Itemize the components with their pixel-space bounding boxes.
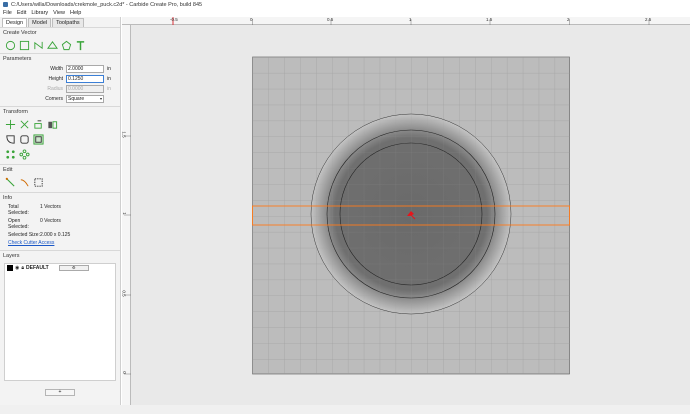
add-layer-button[interactable]: + xyxy=(45,389,75,396)
tab-toolpaths[interactable]: Toolpaths xyxy=(52,18,84,27)
rotate-icon[interactable] xyxy=(33,119,44,130)
curve-tool-icon[interactable] xyxy=(33,40,44,51)
fillet-icon[interactable] xyxy=(5,134,16,145)
layer-name: DEFAULT xyxy=(26,265,49,271)
tab-model[interactable]: Model xyxy=(28,18,52,27)
vertical-ruler-ticks xyxy=(124,135,131,375)
hruler-label-05: 0.5 xyxy=(327,17,334,22)
menu-edit[interactable]: Edit xyxy=(17,10,26,16)
height-row: Height 0.1250 in xyxy=(0,74,120,84)
create-vector-title: Create Vector xyxy=(0,27,120,38)
selected-size-value: 2.000 x 0.125 xyxy=(40,232,71,238)
app-icon xyxy=(3,2,8,7)
combine-icon[interactable] xyxy=(33,134,44,145)
total-selected-label: Total Selected: xyxy=(8,204,29,216)
corners-label: Corners xyxy=(45,96,63,102)
menu-view[interactable]: View xyxy=(53,10,65,16)
scale-icon[interactable] xyxy=(19,119,30,130)
total-selected-row: Total Selected: 1 Vectors xyxy=(0,203,120,217)
radius-field: 0.0000 xyxy=(66,85,104,93)
vruler-label-1: 1 xyxy=(121,212,127,215)
gear-icon: ⚙ xyxy=(71,265,76,270)
circle-tool-icon[interactable] xyxy=(5,40,16,51)
hruler-label-0: 0 xyxy=(250,17,253,22)
layer-row[interactable]: ◉ 🔒︎ DEFAULT ⚙ xyxy=(5,264,115,272)
edit-title: Edit xyxy=(0,164,120,175)
hruler-label-2: 2 xyxy=(567,17,570,22)
mirror-icon[interactable] xyxy=(47,119,58,130)
visibility-eye-icon[interactable]: ◉ xyxy=(15,265,19,271)
move-icon[interactable] xyxy=(5,119,16,130)
corners-value: Square xyxy=(68,96,85,102)
canvas-drawing[interactable] xyxy=(122,17,690,405)
height-unit: in xyxy=(107,76,111,82)
vruler-label-15: 1.5 xyxy=(121,131,127,138)
tab-design[interactable]: Design xyxy=(2,18,28,27)
corners-select[interactable]: Square ▾ xyxy=(66,95,104,103)
hruler-label-1: 1 xyxy=(409,17,412,22)
vruler-label-0: 0 xyxy=(121,371,127,374)
transform-title: Transform xyxy=(0,106,120,117)
edit-tools xyxy=(0,175,120,190)
layer-color-swatch[interactable] xyxy=(7,265,13,271)
boundary-icon[interactable] xyxy=(33,177,44,188)
layers-list: ◉ 🔒︎ DEFAULT ⚙ xyxy=(4,263,116,381)
check-cutter-access-link[interactable]: Check Cutter Access xyxy=(0,239,120,247)
layer-settings-button[interactable]: ⚙ xyxy=(58,265,89,271)
transform-tools-row-1 xyxy=(0,117,120,132)
vruler-label-05: 0.5 xyxy=(121,290,127,297)
chevron-down-icon: ▾ xyxy=(99,96,102,101)
width-unit: in xyxy=(107,66,111,72)
design-canvas[interactable]: -0.5 0 0.5 1 1.5 2 2.5 1.5 1 0.5 0 xyxy=(122,17,690,405)
selected-size-row: Selected Size: 2.000 x 0.125 xyxy=(0,231,120,239)
selected-size-label: Selected Size: xyxy=(8,232,40,238)
open-selected-label: Open Selected: xyxy=(8,218,29,230)
radius-row: Radius 0.0000 in xyxy=(0,84,120,94)
trim-icon[interactable] xyxy=(19,177,30,188)
open-selected-row: Open Selected: 0 Vectors xyxy=(0,217,120,231)
menu-file[interactable]: File xyxy=(3,10,12,16)
transform-tools-row-3 xyxy=(0,147,120,162)
corners-row: Corners Square ▾ xyxy=(0,94,120,104)
radius-unit: in xyxy=(107,86,111,92)
hruler-label-25: 2.5 xyxy=(645,17,652,22)
hruler-label-15: 1.5 xyxy=(486,17,493,22)
array-icon[interactable] xyxy=(5,149,16,160)
height-label: Height xyxy=(48,76,63,82)
menu-bar: File Edit Library View Help xyxy=(0,9,690,17)
width-field[interactable]: 2.0000 xyxy=(66,65,104,73)
node-edit-icon[interactable] xyxy=(5,177,16,188)
create-vector-tools xyxy=(0,38,120,53)
circular-array-icon[interactable] xyxy=(19,149,30,160)
info-title: Info xyxy=(0,192,120,203)
radius-label: Radius xyxy=(47,86,63,92)
hruler-label-neg05: -0.5 xyxy=(170,17,178,22)
rectangle-tool-icon[interactable] xyxy=(19,40,30,51)
height-field[interactable]: 0.1250 xyxy=(66,75,104,83)
width-row: Width 2.0000 in xyxy=(0,64,120,74)
title-bar: C:/Users/willa/Downloads/crekmole_puck.c… xyxy=(0,0,690,9)
status-bar xyxy=(0,405,690,414)
menu-help[interactable]: Help xyxy=(70,10,81,16)
parameters-title: Parameters xyxy=(0,53,120,64)
text-tool-icon[interactable] xyxy=(75,40,86,51)
window-title: C:/Users/willa/Downloads/crekmole_puck.c… xyxy=(11,1,203,8)
tab-bar: Design Model Toolpaths xyxy=(0,17,120,27)
offset-icon[interactable] xyxy=(19,134,30,145)
menu-library[interactable]: Library xyxy=(31,10,48,16)
polyline-tool-icon[interactable] xyxy=(47,40,58,51)
left-panel: Design Model Toolpaths Create Vector Par… xyxy=(0,17,121,405)
lock-icon[interactable]: 🔒︎ xyxy=(21,265,24,271)
transform-tools-row-2 xyxy=(0,132,120,147)
width-label: Width xyxy=(50,66,63,72)
open-selected-value: 0 Vectors xyxy=(40,218,61,224)
layers-title: Layers xyxy=(0,250,120,261)
polygon-tool-icon[interactable] xyxy=(61,40,72,51)
total-selected-value: 1 Vectors xyxy=(40,204,61,210)
